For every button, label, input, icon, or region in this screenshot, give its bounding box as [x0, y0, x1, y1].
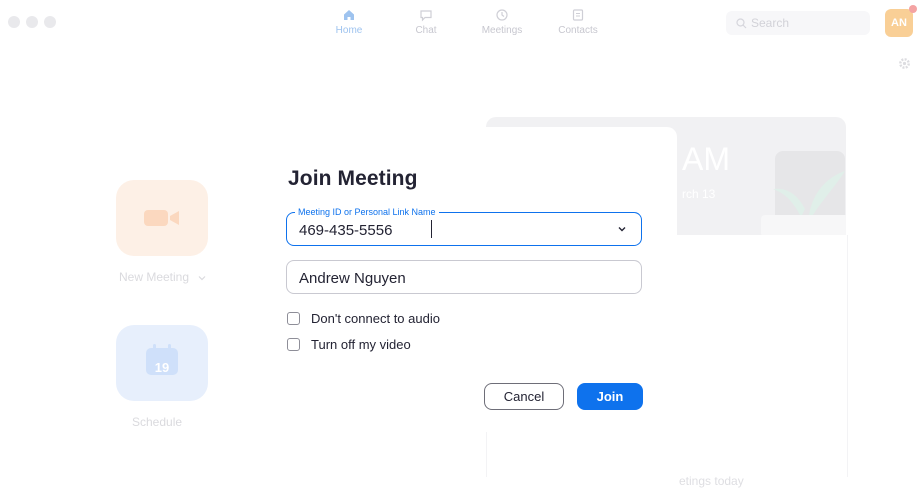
new-meeting-label: New Meeting	[119, 270, 206, 284]
clock-time: AM	[682, 141, 730, 177]
tab-home-label: Home	[335, 25, 363, 36]
join-meeting-dialog: Join Meeting Meeting ID or Personal Link…	[264, 127, 677, 432]
schedule-label: Schedule	[132, 415, 183, 429]
plant-illustration	[761, 151, 846, 235]
title-bar: Home Chat Meetings Contacts Search AN	[0, 0, 920, 46]
search-input[interactable]: Search	[726, 11, 870, 35]
video-camera-icon	[144, 210, 179, 226]
text-cursor	[431, 220, 432, 238]
clock-icon	[496, 9, 508, 21]
cancel-button[interactable]: Cancel	[484, 383, 564, 410]
audio-checkbox-label[interactable]: Don't connect to audio	[311, 311, 440, 326]
meeting-id-field[interactable]: Meeting ID or Personal Link Name	[286, 206, 642, 246]
new-meeting-button[interactable]	[116, 180, 208, 256]
name-input[interactable]	[299, 268, 619, 288]
maximize-window-button[interactable]	[44, 16, 56, 28]
audio-checkbox[interactable]	[287, 311, 300, 325]
home-icon	[344, 10, 354, 20]
close-window-button[interactable]	[8, 16, 20, 28]
video-option[interactable]: Turn off my video	[287, 336, 411, 352]
search-placeholder: Search	[751, 16, 790, 30]
chat-icon	[420, 10, 432, 22]
contacts-icon	[572, 9, 584, 21]
clock-date: rch 13	[682, 187, 716, 201]
chevron-down-icon[interactable]	[617, 225, 627, 233]
avatar[interactable]: AN	[885, 9, 913, 37]
tab-contacts[interactable]: Contacts	[543, 8, 613, 36]
video-checkbox-label[interactable]: Turn off my video	[311, 337, 411, 352]
tab-chat[interactable]: Chat	[391, 8, 461, 36]
search-icon	[736, 18, 747, 29]
chevron-down-icon	[198, 276, 206, 281]
tab-meetings[interactable]: Meetings	[467, 8, 537, 36]
meeting-id-field-label: Meeting ID or Personal Link Name	[295, 206, 439, 218]
tab-contacts-label: Contacts	[558, 25, 598, 36]
gear-icon[interactable]	[898, 57, 911, 70]
tab-chat-label: Chat	[415, 25, 437, 36]
audio-option[interactable]: Don't connect to audio	[287, 310, 440, 326]
meeting-id-input[interactable]	[299, 220, 599, 240]
calendar-day: 19	[154, 360, 170, 375]
notification-badge	[909, 5, 917, 13]
video-checkbox[interactable]	[287, 337, 300, 351]
name-field[interactable]	[286, 260, 642, 294]
minimize-window-button[interactable]	[26, 16, 38, 28]
tab-home[interactable]: Home	[314, 8, 384, 36]
join-button[interactable]: Join	[577, 383, 643, 410]
tab-meetings-label: Meetings	[481, 25, 523, 36]
dialog-title: Join Meeting	[288, 167, 418, 190]
